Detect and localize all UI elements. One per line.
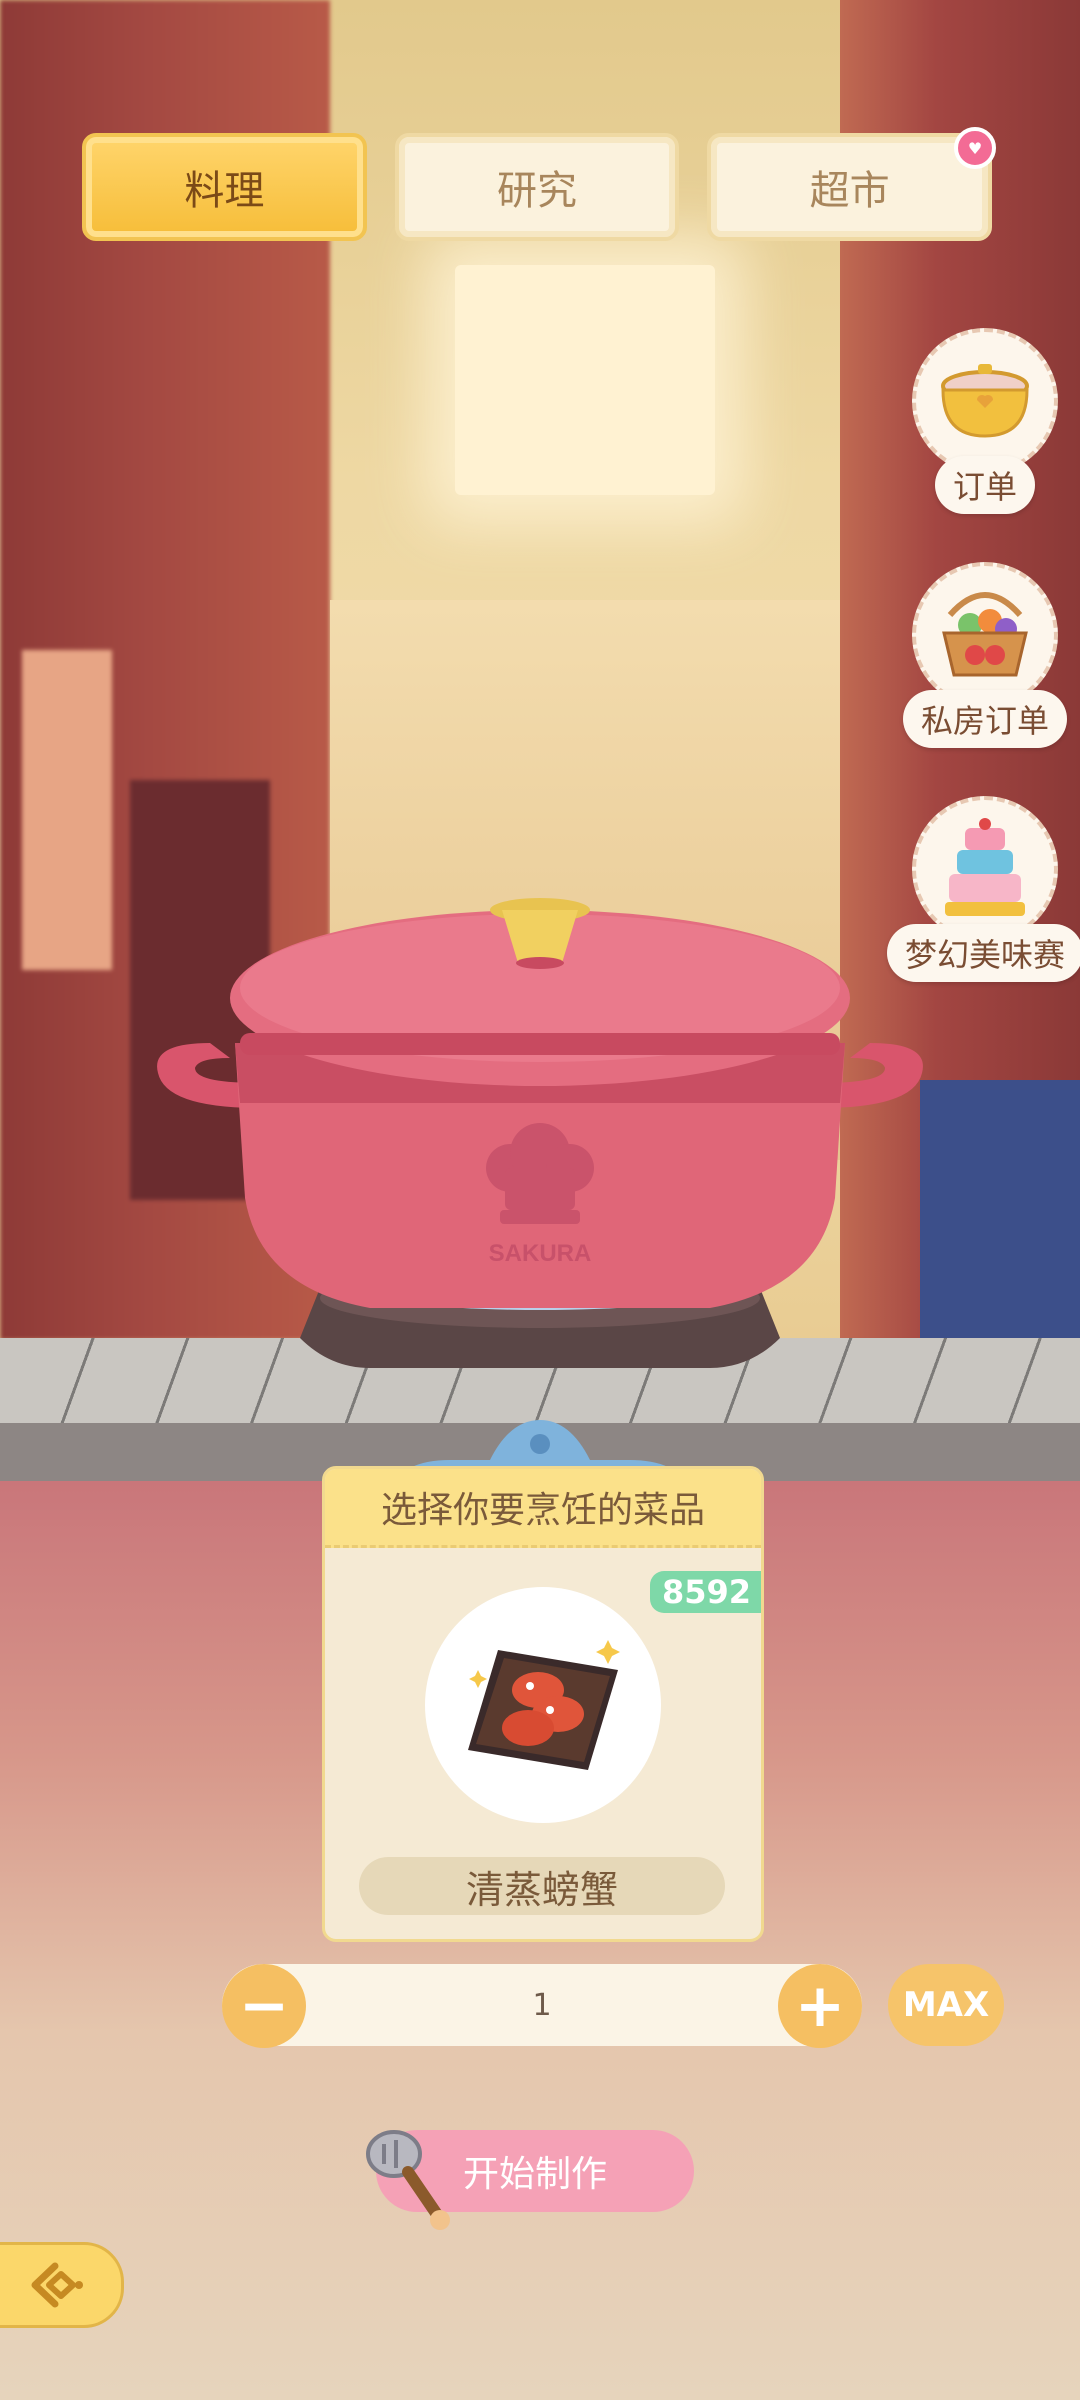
tab-research[interactable]: 研究 bbox=[394, 133, 680, 241]
tab-cooking[interactable]: 料理 bbox=[82, 133, 367, 241]
decrease-button[interactable]: − bbox=[222, 1964, 306, 2048]
fruit-basket-icon bbox=[912, 562, 1058, 708]
cake-icon bbox=[912, 796, 1058, 942]
pot-brand-text: SAKURA bbox=[489, 1240, 592, 1267]
right-window bbox=[920, 1080, 1080, 1340]
golden-pot-icon bbox=[912, 328, 1058, 474]
private-orders-button[interactable]: 私房订单 bbox=[900, 562, 1070, 748]
max-button[interactable]: MAX bbox=[888, 1964, 1004, 2046]
back-arrow-icon bbox=[31, 2262, 83, 2308]
spatula-icon bbox=[358, 2124, 458, 2234]
steamed-crab-icon bbox=[468, 1640, 620, 1770]
private-orders-label: 私房订单 bbox=[902, 690, 1067, 748]
dish-name: 清蒸螃蟹 bbox=[359, 1857, 725, 1915]
tab-cooking-label: 料理 bbox=[184, 168, 265, 214]
tab-research-label: 研究 bbox=[497, 168, 577, 214]
ceiling-light bbox=[455, 265, 715, 495]
cooking-pot[interactable]: SAKURA bbox=[150, 868, 930, 1408]
left-window bbox=[22, 650, 112, 970]
owned-count-badge: 8592 bbox=[649, 1571, 761, 1613]
orders-button[interactable]: 订单 bbox=[900, 328, 1070, 514]
notification-heart-icon: ♥ bbox=[954, 127, 997, 169]
recipe-card: 选择你要烹饪的菜品 8592 清蒸螃蟹 bbox=[322, 1466, 764, 1942]
back-button[interactable] bbox=[0, 2242, 124, 2328]
tab-supermarket[interactable]: 超市 ♥ bbox=[707, 127, 997, 241]
orders-label: 订单 bbox=[934, 456, 1035, 514]
tab-supermarket-label: 超市 bbox=[809, 168, 890, 214]
increase-button[interactable]: + bbox=[778, 1964, 862, 2048]
quantity-stepper: − 1 + bbox=[222, 1964, 862, 2048]
start-cooking-label: 开始制作 bbox=[462, 2154, 607, 2195]
top-tab-bar: 料理 研究 超市 ♥ bbox=[82, 127, 997, 241]
dish-selector[interactable] bbox=[425, 1587, 661, 1823]
quantity-value: 1 bbox=[532, 1987, 552, 2023]
recipe-card-title: 选择你要烹饪的菜品 bbox=[325, 1469, 761, 1548]
